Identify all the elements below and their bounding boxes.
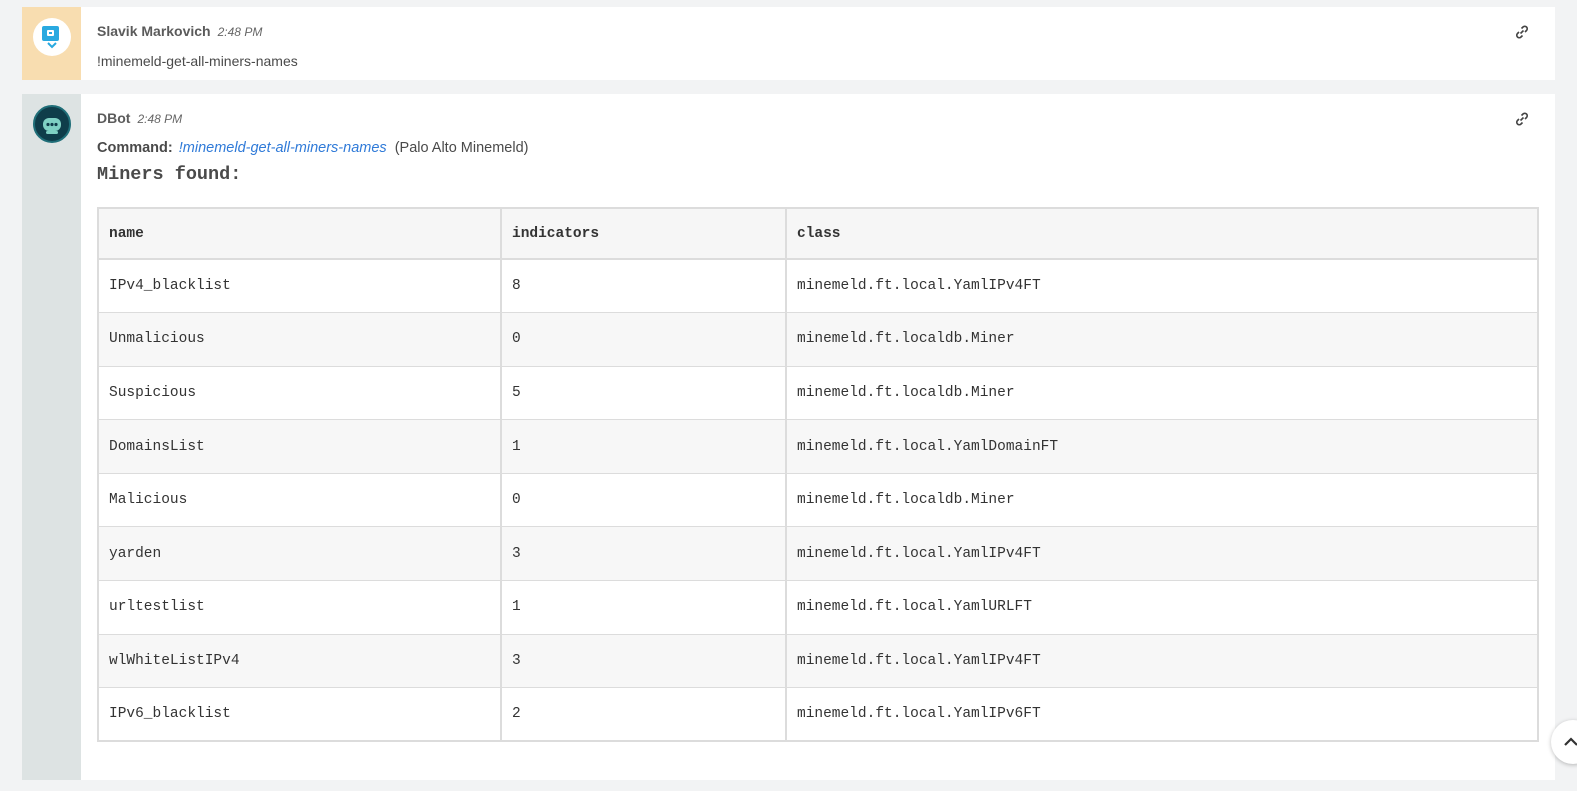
cell-name: Suspicious	[98, 366, 502, 421]
table-header-row: name indicators class	[98, 208, 1538, 260]
cell-indicators: 1	[501, 580, 787, 635]
result-heading: Miners found:	[97, 164, 242, 185]
cell-class: minemeld.ft.local.YamlDomainFT	[786, 419, 1538, 474]
table-row: Malicious 0 minemeld.ft.localdb.Miner	[98, 473, 1538, 528]
cell-class: minemeld.ft.localdb.Miner	[786, 366, 1538, 421]
cell-name: urltestlist	[98, 580, 502, 635]
cell-class: minemeld.ft.localdb.Miner	[786, 312, 1538, 367]
user-message-content: Slavik Markovich 2:48 PM !minemeld-get-a…	[81, 7, 1555, 80]
table-row: urltestlist 1 minemeld.ft.local.YamlURLF…	[98, 580, 1538, 635]
user-message-gutter	[22, 7, 81, 80]
cell-class: minemeld.ft.local.YamlIPv4FT	[786, 634, 1538, 689]
table-row: Suspicious 5 minemeld.ft.localdb.Miner	[98, 366, 1538, 421]
cell-name: wlWhiteListIPv4	[98, 634, 502, 689]
bot-message-gutter	[22, 94, 81, 780]
cell-name: Unmalicious	[98, 312, 502, 367]
user-message: Slavik Markovich 2:48 PM !minemeld-get-a…	[22, 7, 1555, 80]
robot-icon	[42, 118, 61, 134]
cell-indicators: 1	[501, 419, 787, 474]
cell-indicators: 3	[501, 634, 787, 689]
command-label: Command:	[97, 140, 173, 156]
cell-name: yarden	[98, 526, 502, 582]
bot-message-content: DBot 2:48 PM Command: !minemeld-get-all-…	[81, 94, 1555, 780]
bot-message-meta: DBot 2:48 PM	[97, 110, 1555, 126]
link-icon[interactable]	[1515, 25, 1529, 39]
cell-indicators: 3	[501, 526, 787, 582]
cell-name: IPv6_blacklist	[98, 687, 502, 742]
cell-indicators: 8	[501, 259, 787, 314]
author-name[interactable]: Slavik Markovich	[97, 23, 211, 39]
cell-indicators: 0	[501, 473, 787, 528]
column-header-name: name	[98, 208, 502, 260]
column-header-indicators: indicators	[501, 208, 787, 260]
cell-name: IPv4_blacklist	[98, 259, 502, 314]
command-line: Command: !minemeld-get-all-miners-names …	[97, 140, 1555, 156]
bot-avatar[interactable]	[32, 105, 71, 143]
chevron-up-icon	[1564, 737, 1577, 746]
column-header-class: class	[786, 208, 1538, 260]
cell-class: minemeld.ft.local.YamlIPv4FT	[786, 526, 1538, 582]
chat-bubble-icon	[41, 26, 59, 49]
table-row: wlWhiteListIPv4 3 minemeld.ft.local.Yaml…	[98, 634, 1538, 689]
user-avatar[interactable]	[32, 18, 71, 56]
table-row: IPv6_blacklist 2 minemeld.ft.local.YamlI…	[98, 687, 1538, 742]
timestamp: 2:48 PM	[217, 25, 263, 39]
author-name[interactable]: DBot	[97, 110, 130, 126]
cell-indicators: 2	[501, 687, 787, 742]
bot-message: DBot 2:48 PM Command: !minemeld-get-all-…	[22, 94, 1555, 780]
table-row: Unmalicious 0 minemeld.ft.localdb.Miner	[98, 312, 1538, 367]
table-row: DomainsList 1 minemeld.ft.local.YamlDoma…	[98, 419, 1538, 474]
table-row: IPv4_blacklist 8 minemeld.ft.local.YamlI…	[98, 259, 1538, 314]
link-icon[interactable]	[1515, 112, 1529, 126]
cell-name: Malicious	[98, 473, 502, 528]
cell-class: minemeld.ft.local.YamlIPv6FT	[786, 687, 1538, 742]
cell-class: minemeld.ft.localdb.Miner	[786, 473, 1538, 528]
cell-class: minemeld.ft.local.YamlURLFT	[786, 580, 1538, 635]
command-link[interactable]: !minemeld-get-all-miners-names	[179, 140, 387, 156]
cell-name: DomainsList	[98, 419, 502, 474]
miners-table: name indicators class IPv4_blacklist 8 m…	[97, 207, 1539, 743]
cell-indicators: 5	[501, 366, 787, 421]
cell-class: minemeld.ft.local.YamlIPv4FT	[786, 259, 1538, 314]
integration-name: (Palo Alto Minemeld)	[394, 140, 529, 156]
user-message-meta: Slavik Markovich 2:48 PM	[97, 23, 1555, 39]
message-text: !minemeld-get-all-miners-names	[97, 53, 298, 69]
timestamp: 2:48 PM	[137, 112, 183, 126]
cell-indicators: 0	[501, 312, 787, 367]
table-row: yarden 3 minemeld.ft.local.YamlIPv4FT	[98, 526, 1538, 582]
